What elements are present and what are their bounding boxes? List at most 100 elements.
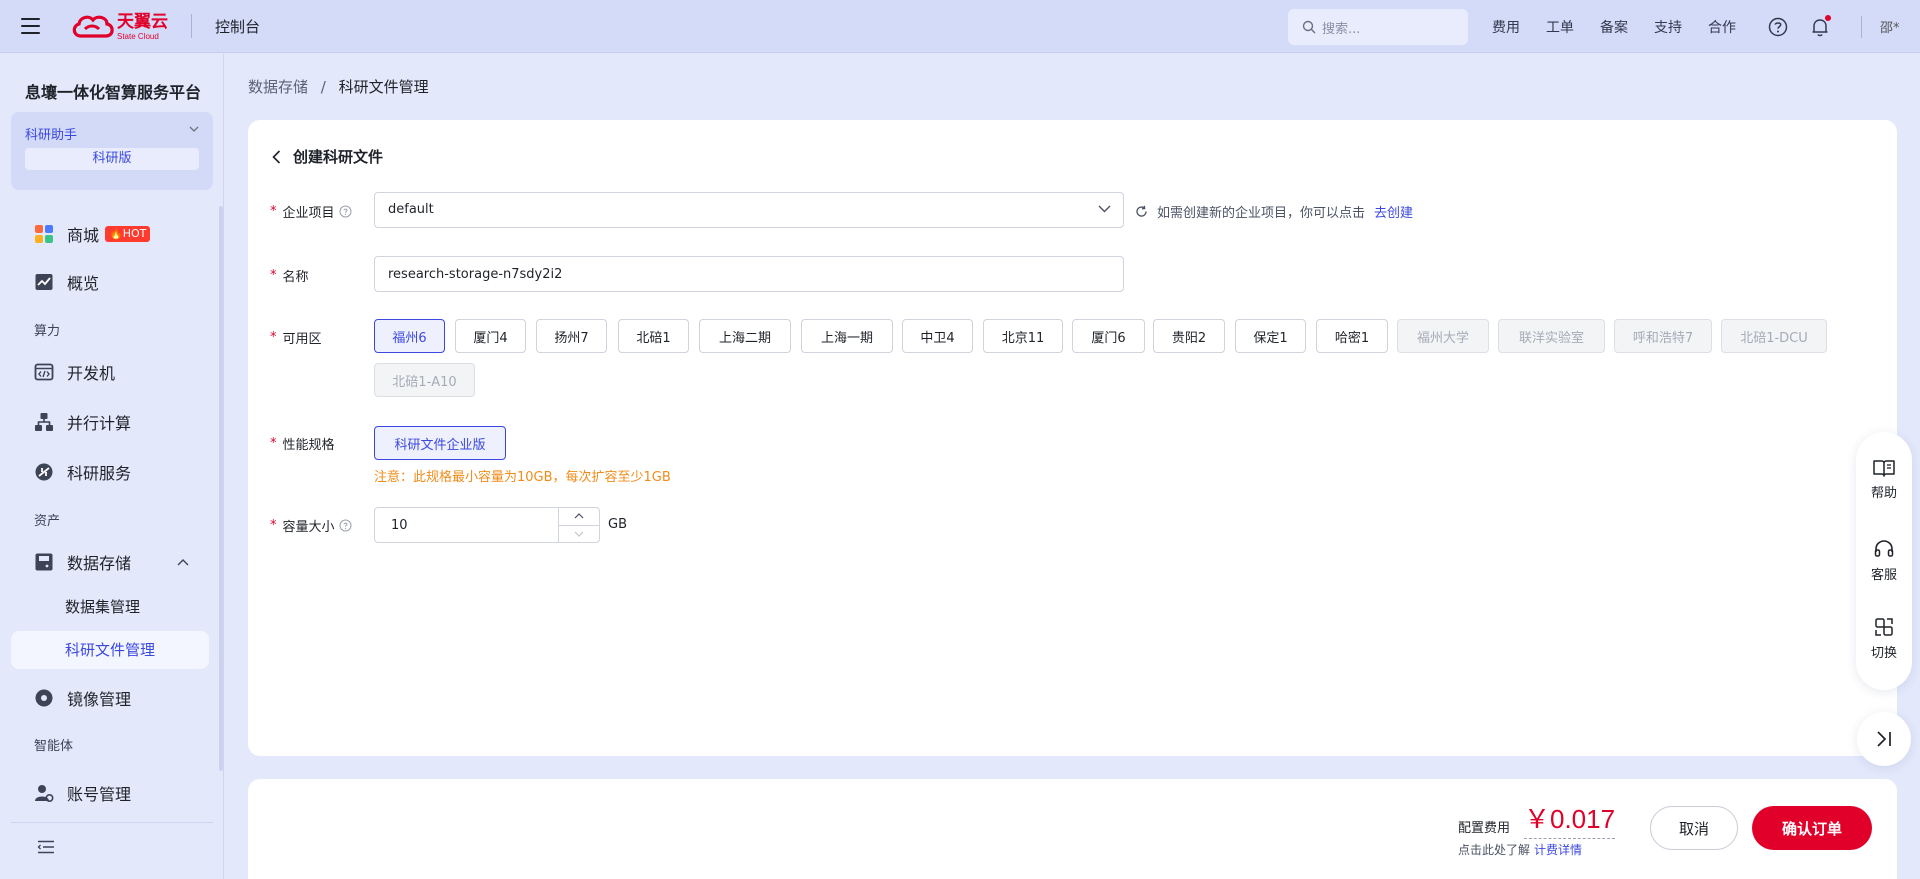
section-label-agent: 智能体 [34, 739, 74, 754]
zone-option[interactable]: 上海二期 [699, 319, 791, 353]
user-account[interactable]: 邵* [1880, 17, 1900, 36]
code-icon [34, 362, 54, 382]
cancel-button[interactable]: 取消 [1650, 806, 1738, 850]
nav-link-fees[interactable]: 费用 [1492, 17, 1546, 37]
sidebar-item-label: 镜像管理 [67, 690, 132, 709]
zone-option[interactable]: 中卫4 [902, 319, 973, 353]
name-input[interactable] [374, 256, 1124, 292]
billing-details-link[interactable]: 计费详情 [1534, 843, 1582, 857]
nav-link-tickets[interactable]: 工单 [1546, 17, 1600, 37]
platform-title: 息壤一体化智算服务平台 [25, 83, 202, 102]
capacity-stepper [374, 507, 600, 543]
zone-option[interactable]: 厦门4 [455, 319, 526, 353]
sidebar-item-parallel-compute[interactable]: 并行计算 [11, 403, 209, 441]
divider [191, 14, 192, 38]
store-grid-icon [34, 224, 54, 244]
order-footer: 配置费用 ￥0.017 点击此处了解 计费详情 取消 确认订单 [248, 779, 1897, 879]
sidebar-item-overview[interactable]: 概览 [11, 263, 209, 301]
assistant-switcher[interactable]: 科研助手 科研版 [11, 112, 213, 190]
search-input[interactable]: 搜索... [1288, 9, 1468, 45]
assistant-name: 科研助手 [25, 128, 78, 143]
sidebar-item-research-service[interactable]: 科研服务 [11, 453, 209, 491]
zone-option[interactable]: 贵阳2 [1153, 319, 1225, 353]
sidebar-item-label: 数据存储 [67, 554, 132, 573]
help-circle-icon[interactable] [339, 519, 352, 532]
customer-service-button[interactable]: 客服 [1856, 538, 1912, 583]
zone-option[interactable]: 厦门6 [1072, 319, 1145, 353]
breadcrumb-separator: / [320, 78, 326, 96]
help-circle-icon[interactable] [339, 205, 352, 218]
zone-option[interactable]: 上海一期 [801, 319, 893, 353]
console-title[interactable]: 控制台 [215, 16, 260, 37]
back-title[interactable]: 创建科研文件 [272, 146, 383, 167]
increment-button[interactable] [559, 508, 599, 526]
sidebar-item-data-storage[interactable]: 数据存储 [11, 543, 209, 581]
collapse-menu-icon[interactable] [37, 840, 55, 854]
sidebar-item-label: 科研服务 [67, 464, 132, 483]
nav-link-filing[interactable]: 备案 [1600, 17, 1654, 37]
zone-option-disabled: 联洋实验室 [1498, 319, 1605, 353]
sidebar-item-store[interactable]: 商城 🔥HOT [11, 215, 209, 253]
section-label-compute: 算力 [34, 324, 61, 339]
sidebar-item-image-mgmt[interactable]: 镜像管理 [11, 679, 209, 717]
switch-label: 切换 [1870, 646, 1897, 661]
help-label: 帮助 [1870, 486, 1897, 501]
top-bar: 天翼云 State Cloud 控制台 搜索... 费用 工单 备案 支持 合作… [0, 0, 1920, 53]
zone-option[interactable]: 北碚1 [618, 319, 689, 353]
label-text: 性能规格 [282, 438, 335, 453]
label-text: 容量大小 [282, 520, 335, 535]
menu-icon[interactable] [21, 18, 40, 34]
zone-option[interactable]: 保定1 [1235, 319, 1306, 353]
fee-value[interactable]: ￥0.017 [1524, 799, 1616, 839]
zone-option[interactable]: 北京11 [983, 319, 1063, 353]
sidebar-item-label: 开发机 [67, 364, 116, 383]
chevron-down-icon [1098, 205, 1111, 213]
project-hint: 如需创建新的企业项目，你可以点击 去创建 [1135, 202, 1413, 221]
brand-name: 天翼云 [117, 11, 168, 32]
nav-link-partner[interactable]: 合作 [1708, 17, 1762, 37]
spec-label: * 性能规格 [270, 434, 335, 453]
switch-button[interactable]: 切换 [1856, 616, 1912, 661]
project-select-value: default [388, 202, 434, 217]
chevron-down-icon [574, 531, 584, 537]
notification-dot [1825, 15, 1831, 21]
spec-option[interactable]: 科研文件企业版 [374, 426, 506, 460]
project-select[interactable]: default [374, 192, 1124, 228]
fee-label: 配置费用 [1458, 821, 1511, 836]
required-mark: * [270, 204, 277, 219]
chevron-down-icon [189, 126, 199, 132]
nav-link-support[interactable]: 支持 [1654, 17, 1708, 37]
breadcrumb-parent[interactable]: 数据存储 [248, 78, 308, 96]
capacity-input[interactable] [375, 508, 558, 542]
sidebar-item-dataset-mgmt[interactable]: 数据集管理 [11, 588, 209, 626]
switch-icon [1875, 618, 1893, 636]
zone-option-disabled: 呼和浩特7 [1614, 319, 1712, 353]
decrement-button[interactable] [559, 526, 599, 543]
create-form-card: 创建科研文件 * 企业项目 default 如需创建新的企业项目，你可以点击 去… [248, 120, 1897, 756]
zone-option[interactable]: 扬州7 [536, 319, 607, 353]
sidebar-item-account-mgmt[interactable]: 账号管理 [11, 774, 209, 812]
create-project-link[interactable]: 去创建 [1374, 202, 1413, 221]
section-label-assets: 资产 [34, 514, 61, 529]
sidebar-item-dev-machine[interactable]: 开发机 [11, 353, 209, 391]
sidebar-item-research-file-mgmt[interactable]: 科研文件管理 [11, 631, 209, 669]
top-nav-links: 费用 工单 备案 支持 合作 [1492, 17, 1762, 37]
fee-hint: 点击此处了解 计费详情 [1458, 841, 1582, 858]
hot-badge: 🔥HOT [105, 226, 151, 242]
zone-option[interactable]: 哈密1 [1316, 319, 1388, 353]
breadcrumb: 数据存储 / 科研文件管理 [248, 76, 429, 97]
sidebar-scrollbar[interactable] [219, 206, 223, 771]
help-button[interactable]: 帮助 [1856, 458, 1912, 501]
label-text: 企业项目 [282, 206, 335, 221]
book-icon [1873, 460, 1895, 477]
refresh-icon[interactable] [1135, 205, 1148, 218]
confirm-order-button[interactable]: 确认订单 [1752, 806, 1872, 850]
zone-option[interactable]: 福州6 [374, 319, 445, 353]
headset-icon [1874, 540, 1894, 557]
logo[interactable]: 天翼云 State Cloud [69, 12, 168, 42]
zone-option-disabled: 福州大学 [1397, 319, 1489, 353]
help-circle-icon[interactable] [1767, 16, 1789, 38]
divider [11, 822, 213, 823]
edition-badge: 科研版 [25, 148, 199, 170]
collapse-panel-button[interactable] [1857, 712, 1911, 766]
